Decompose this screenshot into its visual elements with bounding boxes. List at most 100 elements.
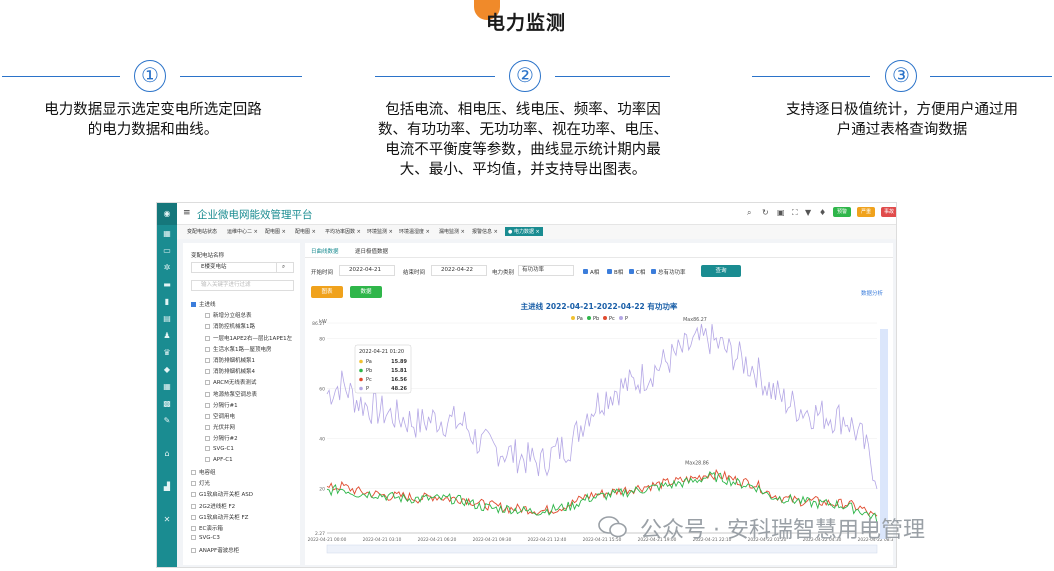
tree-checkbox[interactable] <box>205 346 210 352</box>
tab-power-data[interactable]: ● 电力数据 × <box>505 227 543 236</box>
user-icon[interactable]: ♟ <box>157 327 177 344</box>
tab-leakage[interactable]: 漏电监测 × <box>439 228 465 235</box>
tree-item[interactable]: 新增分立组总表 <box>205 311 252 319</box>
tree-item-label: 新增分立组总表 <box>213 313 252 320</box>
tab-env-temp[interactable]: 环境温湿度 × <box>399 228 430 235</box>
tab-power-factor[interactable]: 平均功率因数 × <box>325 228 361 235</box>
tree-item[interactable]: 地源热泵空调总表 <box>205 390 257 398</box>
data-analysis-link[interactable]: 数据分析 <box>861 289 883 297</box>
end-time-input[interactable]: 2022-04-22 <box>431 265 487 276</box>
tree-item[interactable]: 电容组 <box>191 468 216 476</box>
tree-checkbox[interactable] <box>191 492 196 498</box>
tree-checkbox[interactable] <box>205 425 210 431</box>
tree-item[interactable]: SVG-C3 <box>191 535 220 541</box>
menu-icon[interactable]: ≡ <box>183 208 191 218</box>
edit-icon[interactable]: ✎ <box>157 412 177 429</box>
tree-item[interactable]: 分隔行#2 <box>205 434 238 442</box>
download-icon[interactable]: ▼ <box>805 208 811 217</box>
tree-checkbox[interactable] <box>205 313 210 319</box>
tree-checkbox[interactable] <box>191 302 196 307</box>
folder-icon[interactable]: ▬ <box>157 276 177 293</box>
tree-checkbox[interactable] <box>205 335 210 341</box>
tree-item[interactable]: 灯光 <box>191 479 210 487</box>
tree-checkbox[interactable] <box>191 503 196 509</box>
query-button[interactable]: 查询 <box>701 265 741 277</box>
refresh-icon[interactable]: ↻ <box>762 208 769 217</box>
tree-item[interactable]: G1软启动开关柜 FZ <box>191 513 248 521</box>
table-icon[interactable]: ▦ <box>157 378 177 395</box>
tree-checkbox[interactable] <box>205 414 210 419</box>
tree-item[interactable]: 分隔行#1 <box>205 401 238 409</box>
tree-item[interactable]: 光伏并网 <box>205 423 235 431</box>
tree-checkbox[interactable] <box>191 526 196 531</box>
trophy-icon[interactable]: ♛ <box>157 344 177 361</box>
tree-filter-input[interactable]: 输入关键字进行过滤 <box>191 280 294 291</box>
tree-item[interactable]: 2G2进线柜 F2 <box>191 502 235 510</box>
tab-diagram-2[interactable]: 配电图 × <box>295 228 316 235</box>
export-data-button[interactable]: 数据 <box>350 286 382 298</box>
tree-checkbox[interactable] <box>205 324 210 330</box>
tree-item[interactable]: EC演示箱 <box>191 524 223 532</box>
check-b-phase[interactable] <box>607 269 612 274</box>
tree-item[interactable]: 生活水泵1路—屋顶电房 <box>205 345 272 353</box>
start-time-input[interactable]: 2022-04-21 <box>339 265 395 276</box>
check-c-phase[interactable] <box>629 269 634 274</box>
fullscreen-icon[interactable]: ⛶ <box>792 208 798 218</box>
monitor-icon[interactable]: ▭ <box>157 242 177 259</box>
tab-station-status[interactable]: 变配电站状态 <box>187 228 217 235</box>
tree-item[interactable]: 消防排烟机械泵1 <box>205 356 255 364</box>
settings-icon[interactable]: ✲ <box>157 259 177 276</box>
grid-icon[interactable]: ▩ <box>157 395 177 412</box>
alarm-badge-serious[interactable]: 严重 <box>857 207 875 217</box>
tree-item[interactable]: G1软启动开关柜 ASD <box>191 490 253 498</box>
tree-checkbox[interactable] <box>205 391 210 397</box>
tree-item-label: 一层电1APE2右—层比1APE1左 <box>213 335 293 342</box>
tree-item[interactable]: 消防控机械泵1路 <box>205 322 255 330</box>
tree-checkbox[interactable] <box>205 402 210 408</box>
save-icon[interactable]: ▣ <box>777 208 785 217</box>
dashboard-icon[interactable]: ▦ <box>157 225 177 242</box>
tree-checkbox[interactable] <box>191 514 196 520</box>
tree-item[interactable]: 主进线 <box>191 300 216 308</box>
shield-icon[interactable]: ◆ <box>157 361 177 378</box>
tree-checkbox[interactable] <box>191 548 196 554</box>
alarm-badge-accident[interactable]: 事故 <box>881 207 896 217</box>
tree-item[interactable]: ARCM无线表测试 <box>205 378 256 386</box>
alarm-badge-warning[interactable]: 预警 <box>833 207 851 217</box>
tree-checkbox[interactable] <box>205 358 210 363</box>
tree-item[interactable]: ANAPF谐波总柜 <box>191 546 239 554</box>
export-chart-button[interactable]: 图表 <box>311 286 343 298</box>
tree-item[interactable]: APF-C1 <box>205 456 233 463</box>
analytics-icon[interactable]: ▟ <box>157 478 177 495</box>
station-select[interactable]: E楼变电站 <box>191 262 277 273</box>
sidebar-logo-icon[interactable]: ◉ <box>157 203 177 225</box>
document-icon[interactable]: ▤ <box>157 310 177 327</box>
tree-item[interactable]: 消防排烟机械泵4 <box>205 367 255 375</box>
search-icon[interactable]: ⌕ <box>747 208 751 218</box>
home-icon[interactable]: ⌂ <box>157 445 177 462</box>
chart-icon[interactable]: ▮ <box>157 293 177 310</box>
tree-checkbox[interactable] <box>191 535 196 541</box>
tab-env-monitor[interactable]: 环境监测 × <box>367 228 393 235</box>
tree-checkbox[interactable] <box>205 445 210 451</box>
tab-ops-center[interactable]: 运维中心二 × <box>227 228 258 235</box>
tree-checkbox[interactable] <box>191 470 196 475</box>
tree-item[interactable]: 空调用电 <box>205 412 235 420</box>
tab-alarm-info[interactable]: 报警信息 × <box>472 228 498 235</box>
tree-item[interactable]: SVG-C1 <box>205 445 234 452</box>
tab-daily-extreme[interactable]: 逐日极值数据 <box>355 247 388 255</box>
tooltip-value: 15.89 <box>391 359 407 365</box>
tools-icon[interactable]: ✕ <box>157 511 177 528</box>
tree-checkbox[interactable] <box>191 481 196 487</box>
tree-checkbox[interactable] <box>205 369 210 375</box>
tree-checkbox[interactable] <box>205 436 210 442</box>
tree-checkbox[interactable] <box>205 380 210 386</box>
tree-item[interactable]: 一层电1APE2右—层比1APE1左 <box>205 334 292 342</box>
tab-diagram-1[interactable]: 配电图 × <box>265 228 286 235</box>
check-total-power[interactable] <box>651 269 656 274</box>
check-a-phase[interactable] <box>583 269 588 274</box>
tree-checkbox[interactable] <box>205 456 210 462</box>
type-select[interactable]: 有功功率 <box>518 265 574 276</box>
station-search-button[interactable]: ⌕ <box>276 262 294 273</box>
skin-icon[interactable]: ♦ <box>819 208 826 217</box>
